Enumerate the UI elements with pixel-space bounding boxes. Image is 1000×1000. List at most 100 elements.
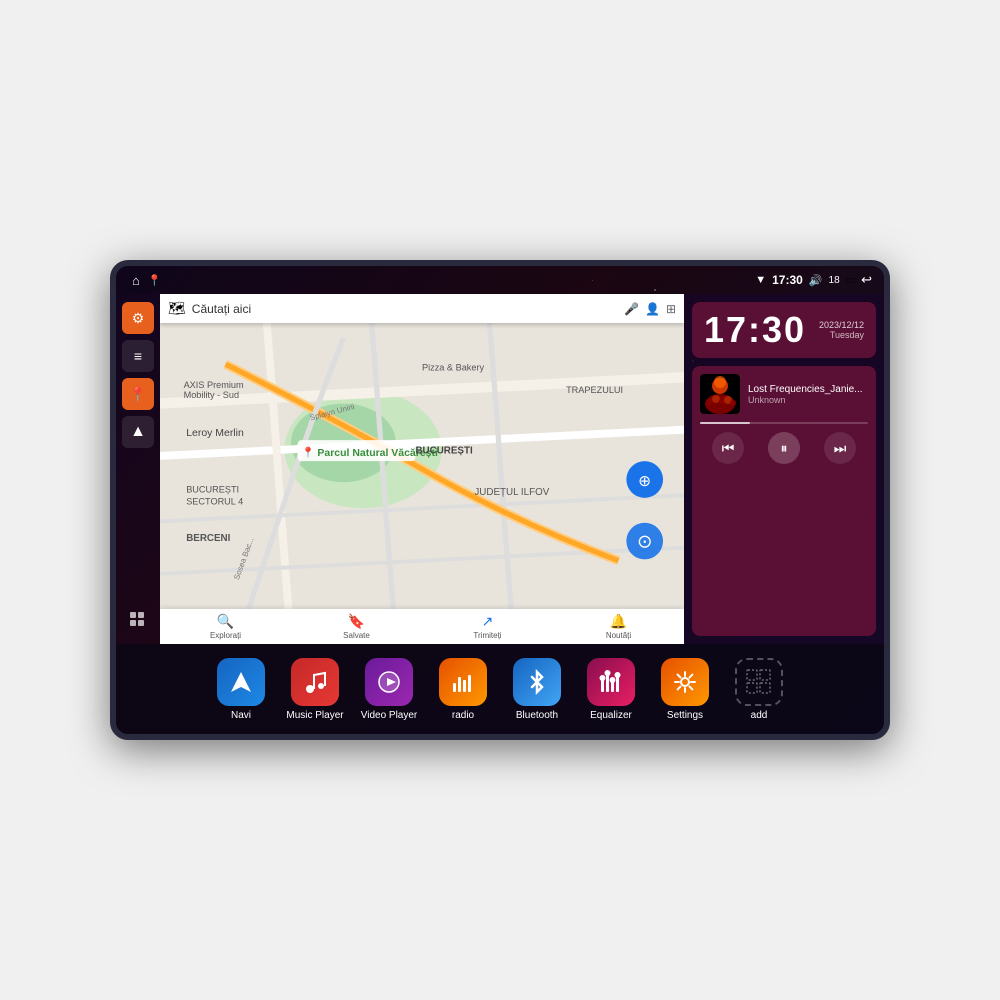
volume-icon: 🔊 bbox=[809, 274, 823, 287]
svg-text:AXIS Premium: AXIS Premium bbox=[184, 380, 244, 390]
music-progress-bar[interactable] bbox=[700, 422, 868, 424]
maps-explore-btn[interactable]: 🔍 Explorați bbox=[160, 613, 291, 640]
next-icon: ⏭ bbox=[834, 440, 847, 457]
maps-saved-btn[interactable]: 🔖 Salvate bbox=[291, 613, 422, 640]
app-settings[interactable]: Settings bbox=[650, 658, 720, 721]
music-pause-btn[interactable]: ⏸ bbox=[768, 432, 800, 464]
music-player-label: Music Player bbox=[286, 710, 343, 721]
mic-icon[interactable]: 🎤 bbox=[624, 302, 639, 316]
svg-text:Pizza & Bakery: Pizza & Bakery bbox=[422, 363, 485, 373]
maps-bottom-bar: 🔍 Explorați 🔖 Salvate ↗ Trimiteți 🔔 bbox=[160, 609, 684, 644]
app-music-player[interactable]: Music Player bbox=[280, 658, 350, 721]
google-maps-logo: 🗺 bbox=[168, 300, 186, 317]
video-player-label: Video Player bbox=[361, 710, 418, 721]
music-player-icon bbox=[291, 658, 339, 706]
clock-widget: 17:30 2023/12/12 Tuesday bbox=[692, 302, 876, 358]
add-icon bbox=[735, 658, 783, 706]
music-title: Lost Frequencies_Janie... bbox=[748, 384, 868, 395]
wifi-icon: ▼ bbox=[755, 274, 766, 286]
map-container[interactable]: AXIS Premium Mobility - Sud Pizza & Bake… bbox=[160, 294, 684, 644]
maps-search-bar[interactable]: 🗺 Căutați aici 🎤 👤 ⊞ bbox=[160, 294, 684, 323]
pause-icon: ⏸ bbox=[781, 440, 788, 457]
status-time: 17:30 bbox=[772, 273, 803, 287]
explore-icon: 🔍 bbox=[217, 613, 234, 630]
news-icon: 🔔 bbox=[610, 613, 627, 630]
news-label: Noutăți bbox=[606, 631, 631, 640]
svg-text:JUDEȚUL ILFOV: JUDEȚUL ILFOV bbox=[474, 487, 549, 498]
add-label: add bbox=[751, 710, 768, 721]
status-icons: ▼ 17:30 🔊 18 ▭ ↩ bbox=[755, 272, 872, 288]
music-next-btn[interactable]: ⏭ bbox=[824, 432, 856, 464]
radio-label: radio bbox=[452, 710, 474, 721]
grid-icon bbox=[129, 611, 147, 629]
music-controls: ⏮ ⏸ ⏭ bbox=[700, 432, 868, 464]
back-icon[interactable]: ↩ bbox=[861, 272, 872, 288]
equalizer-label: Equalizer bbox=[590, 710, 632, 721]
battery-icon: ▭ bbox=[846, 275, 855, 286]
screen: ⌂ 📍 ▼ 17:30 🔊 18 ▭ ↩ ⚙ ≡ bbox=[116, 266, 884, 734]
nav-arrow-icon: ▲ bbox=[130, 423, 146, 441]
sidebar-grid-btn[interactable] bbox=[122, 604, 154, 636]
explore-label: Explorați bbox=[210, 631, 241, 640]
battery-level: 18 bbox=[829, 275, 840, 286]
navi-label: Navi bbox=[231, 710, 251, 721]
app-radio[interactable]: radio bbox=[428, 658, 498, 721]
music-text: Lost Frequencies_Janie... Unknown bbox=[748, 384, 868, 405]
home-icon[interactable]: ⌂ bbox=[132, 273, 140, 288]
clock-time: 17:30 bbox=[704, 312, 806, 348]
app-video-player[interactable]: Video Player bbox=[354, 658, 424, 721]
settings-icon bbox=[661, 658, 709, 706]
device-frame: ⌂ 📍 ▼ 17:30 🔊 18 ▭ ↩ ⚙ ≡ bbox=[110, 260, 890, 740]
status-left: ⌂ 📍 bbox=[128, 273, 747, 288]
files-icon: ≡ bbox=[134, 348, 142, 364]
sidebar-files-btn[interactable]: ≡ bbox=[122, 340, 154, 372]
svg-text:⊙: ⊙ bbox=[637, 531, 652, 552]
radio-icon bbox=[439, 658, 487, 706]
sidebar-map-icon: 📍 bbox=[129, 386, 146, 403]
right-panel: 17:30 2023/12/12 Tuesday bbox=[684, 294, 884, 644]
center-content: AXIS Premium Mobility - Sud Pizza & Bake… bbox=[160, 294, 684, 644]
account-icon[interactable]: 👤 bbox=[645, 302, 660, 316]
music-prev-btn[interactable]: ⏮ bbox=[712, 432, 744, 464]
svg-text:SECTORUL 4: SECTORUL 4 bbox=[186, 496, 243, 506]
music-info: Lost Frequencies_Janie... Unknown bbox=[700, 374, 868, 414]
sidebar: ⚙ ≡ 📍 ▲ bbox=[116, 294, 160, 644]
map-pin-icon[interactable]: 📍 bbox=[148, 274, 162, 287]
sidebar-nav-btn[interactable]: ▲ bbox=[122, 416, 154, 448]
bluetooth-label: Bluetooth bbox=[516, 710, 558, 721]
sidebar-maps-btn[interactable]: 📍 bbox=[122, 378, 154, 410]
svg-text:⊕: ⊕ bbox=[638, 473, 651, 490]
svg-text:BERCENI: BERCENI bbox=[186, 533, 230, 544]
svg-text:TRAPEZULUI: TRAPEZULUI bbox=[566, 385, 623, 395]
clock-day: Tuesday bbox=[819, 330, 864, 340]
bluetooth-icon bbox=[513, 658, 561, 706]
maps-share-btn[interactable]: ↗ Trimiteți bbox=[422, 613, 553, 640]
app-bluetooth[interactable]: Bluetooth bbox=[502, 658, 572, 721]
svg-text:Leroy Merlin: Leroy Merlin bbox=[186, 428, 244, 439]
app-navi[interactable]: Navi bbox=[206, 658, 276, 721]
share-icon: ↗ bbox=[482, 613, 494, 630]
status-bar: ⌂ 📍 ▼ 17:30 🔊 18 ▭ ↩ bbox=[116, 266, 884, 294]
equalizer-icon bbox=[587, 658, 635, 706]
saved-icon: 🔖 bbox=[348, 613, 365, 630]
saved-label: Salvate bbox=[343, 631, 370, 640]
svg-text:BUCUREȘTI: BUCUREȘTI bbox=[186, 485, 239, 495]
sidebar-settings-btn[interactable]: ⚙ bbox=[122, 302, 154, 334]
svg-text:BUCUREȘTI: BUCUREȘTI bbox=[415, 445, 473, 456]
album-art bbox=[700, 374, 740, 414]
svg-text:Mobility - Sud: Mobility - Sud bbox=[184, 390, 239, 400]
settings-label: Settings bbox=[667, 710, 703, 721]
app-equalizer[interactable]: Equalizer bbox=[576, 658, 646, 721]
app-grid: Navi Music Player bbox=[116, 644, 884, 734]
search-input[interactable]: Căutați aici bbox=[192, 302, 618, 316]
map-svg: AXIS Premium Mobility - Sud Pizza & Bake… bbox=[160, 294, 684, 644]
prev-icon: ⏮ bbox=[722, 440, 735, 457]
layers-icon[interactable]: ⊞ bbox=[666, 302, 676, 316]
maps-news-btn[interactable]: 🔔 Noutăți bbox=[553, 613, 684, 640]
main-content: ⚙ ≡ 📍 ▲ bbox=[116, 294, 884, 644]
clock-date: 2023/12/12 bbox=[819, 320, 864, 330]
video-player-icon bbox=[365, 658, 413, 706]
settings-icon: ⚙ bbox=[132, 310, 145, 327]
music-artist: Unknown bbox=[748, 395, 868, 405]
app-add[interactable]: add bbox=[724, 658, 794, 721]
